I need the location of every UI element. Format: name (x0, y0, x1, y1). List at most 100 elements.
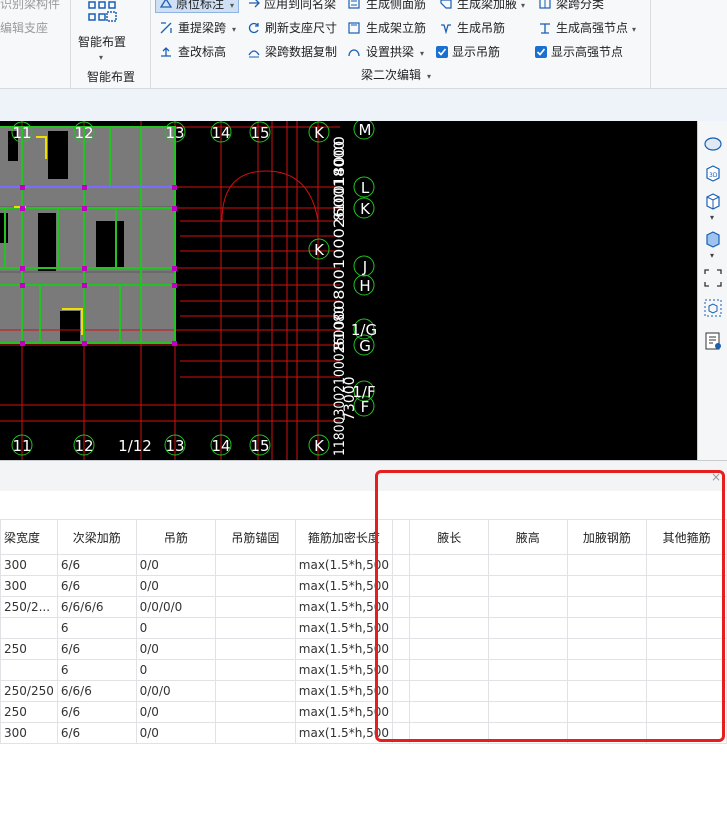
table-cell[interactable] (215, 638, 296, 660)
beam-secondary-edit-group-label: 梁二次编辑 (361, 68, 422, 82)
bottom-axis-label: 13 (165, 437, 184, 455)
3d-view-icon[interactable]: 3D (703, 163, 723, 183)
table-cell[interactable]: 0/0 (135, 638, 217, 660)
wall-fill (0, 126, 176, 343)
bottom-axis-label: 14 (211, 437, 230, 455)
table-cell[interactable] (215, 596, 296, 618)
smart-layout-button[interactable]: 智能布置 ▾ (74, 0, 130, 66)
table-cell[interactable]: 0/0/0 (135, 680, 217, 702)
bottom-axis-label: 15 (250, 437, 269, 455)
identify-beam-item[interactable]: 识别梁构件 (0, 0, 60, 12)
orbit-icon[interactable] (703, 134, 723, 154)
table-cell[interactable] (215, 659, 296, 681)
fit-view-icon[interactable] (703, 268, 723, 288)
table-cell[interactable]: 6/6/6/6 (56, 596, 137, 618)
table-cell[interactable]: 300 (0, 575, 58, 597)
table-cell[interactable] (215, 617, 296, 639)
table-cell[interactable]: 250 (0, 701, 58, 723)
apply-same-beam-button[interactable]: 应用到同名梁 (264, 0, 336, 12)
arch-beam-button[interactable]: 设置拱梁 (366, 44, 414, 60)
table-cell[interactable]: 6/6 (56, 575, 137, 597)
table-cell[interactable] (215, 680, 296, 702)
table-cell[interactable]: 6/6 (56, 722, 137, 744)
span-classify-icon (539, 0, 551, 9)
edit-support-item[interactable]: 编辑支座 (0, 20, 48, 36)
table-cell[interactable]: 250/2... (0, 596, 58, 618)
column-header[interactable]: 梁宽度 (0, 519, 58, 555)
right-axis-label: H (359, 277, 370, 295)
table-cell[interactable]: 0/0 (135, 554, 217, 576)
table-cell[interactable]: 0 (135, 617, 217, 639)
side-rebar-icon (348, 0, 360, 9)
table-cell[interactable]: 250/250 (0, 680, 58, 702)
table-cell[interactable]: 0/0 (135, 575, 217, 597)
refresh-support-button[interactable]: 刷新支座尺寸 (265, 20, 337, 36)
properties-icon[interactable] (703, 331, 723, 351)
chevron-down-icon[interactable]: ▾ (710, 213, 714, 222)
beam-haunch-button[interactable]: 生成梁加腋 (457, 0, 517, 12)
show-high-strength-checkbox[interactable] (535, 46, 547, 58)
ribbon-toolbar: 识别梁构件 编辑支座 智能布置 ▾ 智能布置 原位标注 ▾ 应用到同名梁 生成侧… (0, 0, 727, 89)
top-axis-label: 12 (74, 124, 93, 142)
cad-drawing[interactable]: 11 12 13 14 15 K 11 12 1/12 13 14 15 K M… (0, 121, 697, 460)
table-cell[interactable]: 250 (0, 638, 58, 660)
table-cell[interactable]: 6/6 (56, 638, 137, 660)
table-cell[interactable]: 6/6 (56, 554, 137, 576)
elevation-button[interactable]: 查改标高 (178, 44, 226, 60)
right-axis-label: J (362, 258, 367, 276)
table-cell[interactable]: 6/6 (56, 701, 137, 723)
table-cell[interactable]: 6 (56, 617, 137, 639)
table-cell[interactable]: 6/6/6 (56, 680, 137, 702)
table-cell[interactable] (0, 659, 58, 681)
side-rebar-button[interactable]: 生成侧面筋 (366, 0, 426, 12)
top-axis-label: 15 (250, 124, 269, 142)
bottom-axis-label: 1/12 (118, 437, 152, 455)
solid-view-icon[interactable] (703, 229, 723, 249)
column-header[interactable]: 次梁加筋 (56, 519, 137, 555)
smart-layout-label: 智能布置 (78, 35, 127, 49)
refresh-support-icon (248, 22, 260, 34)
right-axis-label: L (361, 179, 370, 197)
span-classify-button[interactable]: 梁跨分类 (556, 0, 604, 12)
table-cell[interactable] (215, 575, 296, 597)
table-cell[interactable]: 0/0 (135, 701, 217, 723)
hanger-rebar-button[interactable]: 生成吊筋 (457, 20, 505, 36)
right-axis-label: M (359, 121, 372, 139)
table-cell[interactable]: 6 (56, 659, 137, 681)
ribbon-collapse-strip (0, 89, 727, 122)
table-cell[interactable] (215, 701, 296, 723)
cad-viewport[interactable]: 11 12 13 14 15 K 11 12 1/12 13 14 15 K M… (0, 121, 697, 460)
smart-layout-icon (88, 1, 117, 22)
table-cell[interactable]: 300 (0, 722, 58, 744)
table-cell[interactable] (0, 617, 58, 639)
chevron-down-icon[interactable]: ▾ (427, 69, 431, 85)
table-cell[interactable] (215, 722, 296, 744)
table-cell[interactable]: 0 (135, 659, 217, 681)
select-box-icon[interactable] (703, 298, 723, 318)
arch-beam-icon (348, 46, 360, 58)
smart-layout-group-label: 智能布置 (87, 70, 136, 84)
span-copy-icon (248, 46, 260, 58)
show-hanger-checkbox[interactable] (436, 46, 448, 58)
high-strength-node-button[interactable]: 生成高强节点 (556, 20, 628, 36)
top-view-icon[interactable] (703, 191, 723, 211)
chevron-down-icon: ▾ (99, 53, 104, 62)
table-cell[interactable]: 0/0 (135, 722, 217, 744)
table-cell[interactable]: 0/0/0/0 (135, 596, 217, 618)
table-cell[interactable]: 300 (0, 554, 58, 576)
bottom-axis-label: 11 (12, 437, 31, 455)
bottom-axis-label: 12 (74, 437, 93, 455)
erection-rebar-button[interactable]: 生成架立筋 (366, 20, 426, 36)
span-copy-button[interactable]: 梁跨数据复制 (265, 44, 337, 60)
hanger-rebar-icon (440, 22, 452, 34)
svg-text:3D: 3D (709, 172, 718, 179)
table-cell[interactable] (215, 554, 296, 576)
top-axis-label: 11 (12, 124, 31, 142)
column-header[interactable]: 吊筋 (135, 519, 217, 555)
erection-rebar-icon (348, 22, 360, 34)
view-toolbar: 3D ▾ ▾ (697, 121, 727, 460)
arch-outline (221, 170, 319, 222)
chevron-down-icon[interactable]: ▾ (710, 251, 714, 260)
column-header[interactable]: 吊筋锚固 (215, 519, 296, 555)
re-extract-span-button[interactable]: 重提梁跨 (178, 20, 226, 36)
